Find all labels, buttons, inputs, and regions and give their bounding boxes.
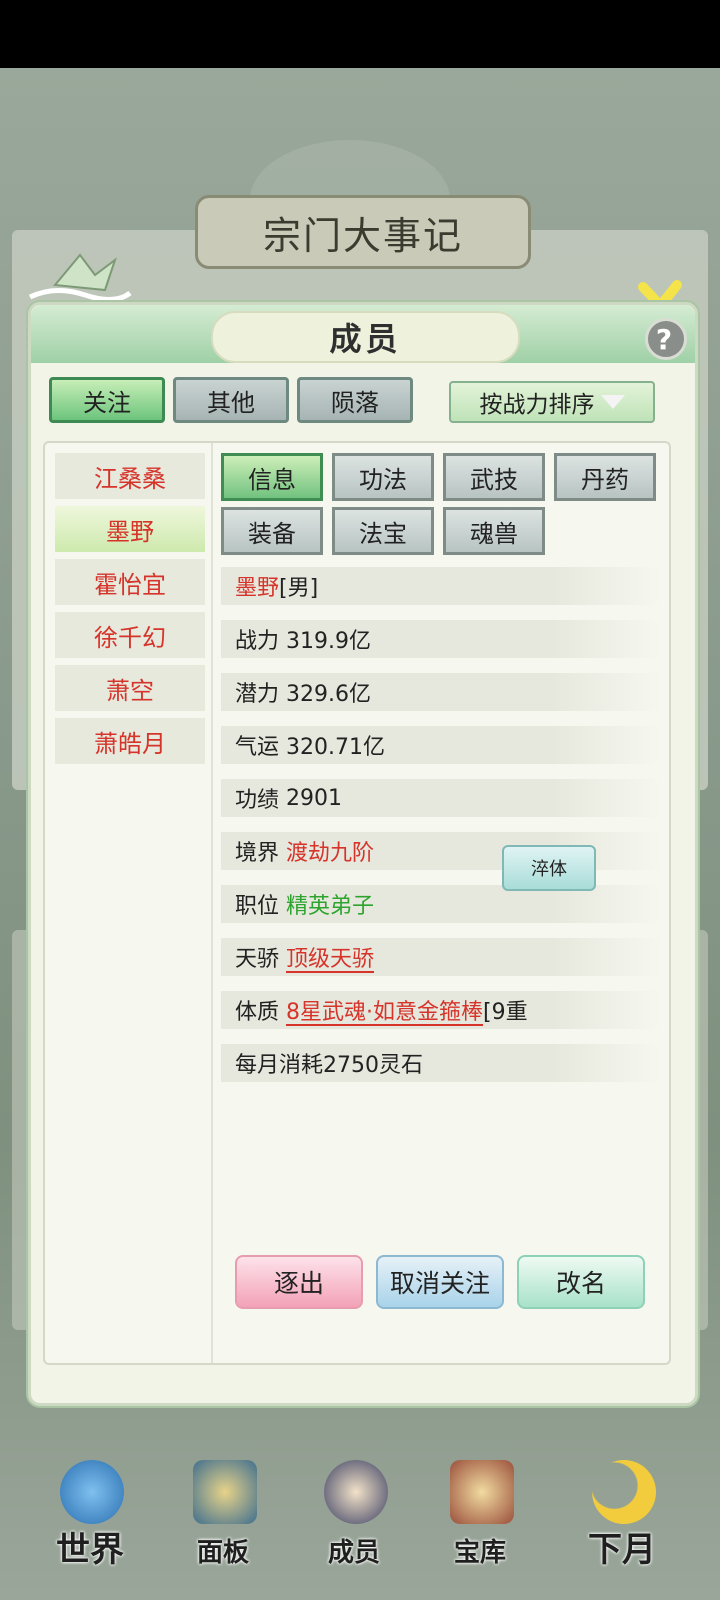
position-label: 职位 [235, 894, 280, 919]
nav-panel-label: 面板 [196, 1538, 249, 1568]
physique-row: 体质 8星武魂·如意金箍棒 [9重 [221, 991, 661, 1029]
member-item[interactable]: 萧皓月 [55, 718, 205, 764]
member-item[interactable]: 徐千幻 [55, 612, 205, 658]
physique-value[interactable]: 8星武魂·如意金箍棒 [286, 994, 483, 1026]
member-name: 墨野 [235, 576, 280, 601]
expel-button[interactable]: 逐出 [235, 1255, 363, 1309]
subtab-info[interactable]: 信息 [221, 453, 323, 501]
realm-label: 境界 [235, 841, 280, 866]
merit-value: 2901 [286, 785, 343, 811]
physique-suffix: [9重 [483, 1000, 528, 1025]
power-label: 战力 [235, 629, 280, 654]
rename-button[interactable]: 改名 [517, 1255, 645, 1309]
moon-icon [592, 1460, 656, 1524]
member-gender: [男] [279, 576, 319, 601]
merit-row: 功绩 2901 [221, 779, 661, 817]
unfollow-button[interactable]: 取消关注 [376, 1255, 504, 1309]
member-item[interactable]: 霍怡宜 [55, 559, 205, 605]
merit-label: 功绩 [235, 788, 280, 813]
dialog-title: 成员 [329, 320, 402, 358]
member-item[interactable]: 萧空 [55, 665, 205, 711]
nav-next-month-label: 下月 [588, 1530, 656, 1570]
temper-button[interactable]: 淬体 [502, 845, 596, 891]
nav-world-label: 世界 [56, 1530, 124, 1570]
members-dialog: 成员 ? 关注 其他 陨落 按战力排序 江桑桑 墨野 霍怡宜 徐千幻 萧空 萧皓… [28, 302, 698, 1406]
realm-value: 渡劫九阶 [286, 841, 375, 866]
subtab-spirit-beast[interactable]: 魂兽 [443, 507, 545, 555]
talent-label: 天骄 [235, 947, 280, 972]
sort-dropdown[interactable]: 按战力排序 [449, 381, 655, 423]
nav-members-label: 成员 [327, 1538, 380, 1568]
content-panel: 江桑桑 墨野 霍怡宜 徐千幻 萧空 萧皓月 信息 功法 武技 丹药 装备 法宝 … [43, 441, 671, 1365]
subtab-pills[interactable]: 丹药 [554, 453, 656, 501]
subtab-equipment[interactable]: 装备 [221, 507, 323, 555]
bottom-nav: 世界 面板 成员 宝库 下月 [0, 1430, 720, 1600]
nav-treasury[interactable]: 宝库 [420, 1430, 540, 1600]
nav-world[interactable]: 世界 [30, 1430, 150, 1600]
talent-row: 天骄 顶级天骄 [221, 938, 661, 976]
member-item[interactable]: 江桑桑 [55, 453, 205, 499]
subtab-treasure[interactable]: 法宝 [332, 507, 434, 555]
status-bar [0, 0, 720, 68]
luck-value: 320.71亿 [286, 735, 385, 760]
world-icon [60, 1460, 124, 1524]
tab-follow[interactable]: 关注 [49, 377, 165, 423]
position-value: 精英弟子 [286, 894, 375, 919]
potential-label: 潜力 [235, 682, 280, 707]
divider [211, 443, 213, 1363]
background-title-banner: 宗门大事记 [195, 195, 531, 269]
members-icon [324, 1460, 388, 1524]
power-row: 战力 319.9亿 [221, 620, 661, 658]
nav-next-month[interactable]: 下月 [562, 1430, 682, 1600]
background-title: 宗门大事记 [262, 213, 463, 258]
member-item-selected[interactable]: 墨野 [55, 506, 205, 552]
tab-others[interactable]: 其他 [173, 377, 289, 423]
monthly-cost-row: 每月消耗2750灵石 [221, 1044, 661, 1082]
sort-label: 按战力排序 [479, 392, 595, 418]
subtab-skills[interactable]: 功法 [332, 453, 434, 501]
luck-row: 气运 320.71亿 [221, 726, 661, 764]
nav-members[interactable]: 成员 [294, 1430, 414, 1600]
help-icon[interactable]: ? [645, 318, 687, 360]
talent-value[interactable]: 顶级天骄 [286, 941, 374, 973]
power-value: 319.9亿 [286, 629, 371, 654]
potential-row: 潜力 329.6亿 [221, 673, 661, 711]
dialog-title-pill: 成员 ? [211, 311, 687, 363]
name-row: 墨野 [男] [221, 567, 661, 605]
potential-value: 329.6亿 [286, 682, 371, 707]
subtab-martial-arts[interactable]: 武技 [443, 453, 545, 501]
treasury-icon [450, 1460, 514, 1524]
panel-icon [193, 1460, 257, 1524]
physique-label: 体质 [235, 1000, 280, 1025]
tab-fallen[interactable]: 陨落 [297, 377, 413, 423]
luck-label: 气运 [235, 735, 280, 760]
monthly-cost: 每月消耗2750灵石 [235, 1053, 423, 1078]
position-row: 职位 精英弟子 [221, 885, 661, 923]
nav-treasury-label: 宝库 [453, 1538, 506, 1568]
chevron-down-icon [600, 395, 625, 409]
nav-panel[interactable]: 面板 [163, 1430, 283, 1600]
